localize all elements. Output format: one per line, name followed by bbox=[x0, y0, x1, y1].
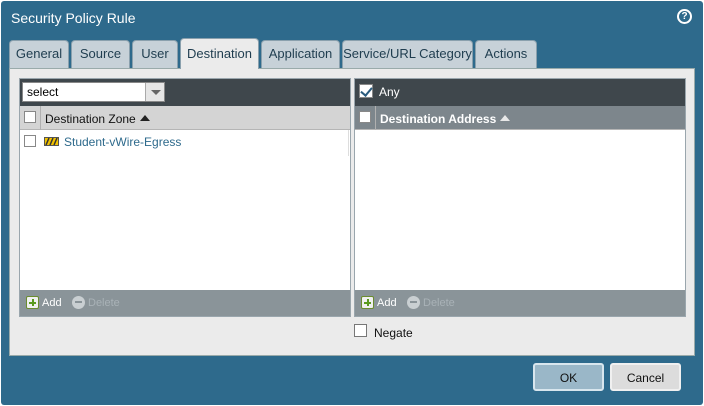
delete-label: Delete bbox=[423, 297, 455, 309]
delete-icon bbox=[407, 296, 420, 309]
address-column-header: Destination Address bbox=[355, 106, 685, 130]
add-zone-button[interactable]: Add bbox=[26, 296, 62, 309]
address-toolbar: Any bbox=[355, 79, 685, 106]
zone-column-title: Destination Zone bbox=[45, 112, 136, 126]
column-divider bbox=[348, 130, 349, 156]
any-checkbox[interactable] bbox=[359, 84, 373, 98]
select-all-addresses-checkbox[interactable] bbox=[359, 111, 371, 123]
zone-column-header: Destination Zone bbox=[20, 106, 350, 130]
address-column-label[interactable]: Destination Address bbox=[380, 112, 511, 126]
cancel-button[interactable]: Cancel bbox=[610, 363, 681, 391]
add-icon bbox=[26, 296, 39, 309]
delete-icon bbox=[72, 296, 85, 309]
sort-ascending-icon bbox=[500, 115, 511, 121]
column-divider bbox=[40, 106, 41, 130]
any-label: Any bbox=[379, 85, 400, 99]
zone-select-value: select bbox=[27, 85, 59, 99]
destination-panel: select Destination Zone Student-vWire-Eg… bbox=[9, 68, 695, 356]
ok-button[interactable]: OK bbox=[533, 363, 604, 391]
delete-zone-button[interactable]: Delete bbox=[72, 296, 120, 309]
add-label: Add bbox=[42, 297, 62, 309]
tab-service-url-category[interactable]: Service/URL Category bbox=[342, 40, 473, 68]
security-policy-rule-dialog: Security Policy Rule ? General Source Us… bbox=[1, 1, 703, 405]
address-actions-bar: Add Delete bbox=[355, 290, 685, 316]
zone-column-label[interactable]: Destination Zone bbox=[45, 112, 150, 126]
sort-ascending-icon bbox=[139, 115, 150, 121]
row-checkbox[interactable] bbox=[24, 135, 36, 147]
tab-destination[interactable]: Destination bbox=[180, 38, 259, 69]
negate-label: Negate bbox=[374, 326, 413, 340]
zone-select[interactable]: select bbox=[22, 82, 165, 102]
tab-source[interactable]: Source bbox=[71, 40, 130, 68]
tab-application[interactable]: Application bbox=[261, 40, 340, 68]
tab-user[interactable]: User bbox=[132, 40, 178, 68]
zone-actions-bar: Add Delete bbox=[20, 290, 350, 316]
delete-label: Delete bbox=[88, 297, 120, 309]
chevron-down-icon[interactable] bbox=[145, 83, 164, 101]
select-all-zones-checkbox[interactable] bbox=[24, 111, 36, 123]
zone-icon bbox=[44, 137, 59, 146]
destination-zone-box: select Destination Zone Student-vWire-Eg… bbox=[19, 78, 351, 317]
zone-name[interactable]: Student-vWire-Egress bbox=[64, 135, 181, 149]
help-icon[interactable]: ? bbox=[677, 9, 692, 24]
destination-address-box: Any Destination Address Add Delete bbox=[354, 78, 686, 317]
tab-general[interactable]: General bbox=[9, 40, 69, 68]
add-address-button[interactable]: Add bbox=[361, 296, 397, 309]
tab-actions[interactable]: Actions bbox=[475, 40, 537, 68]
column-divider bbox=[375, 106, 376, 130]
add-icon bbox=[361, 296, 374, 309]
address-column-title: Destination Address bbox=[380, 112, 497, 126]
add-label: Add bbox=[377, 297, 397, 309]
dialog-title: Security Policy Rule bbox=[11, 10, 136, 26]
negate-checkbox[interactable] bbox=[354, 324, 367, 337]
list-item[interactable]: Student-vWire-Egress bbox=[20, 131, 350, 153]
delete-address-button[interactable]: Delete bbox=[407, 296, 455, 309]
zone-toolbar: select bbox=[20, 79, 350, 106]
